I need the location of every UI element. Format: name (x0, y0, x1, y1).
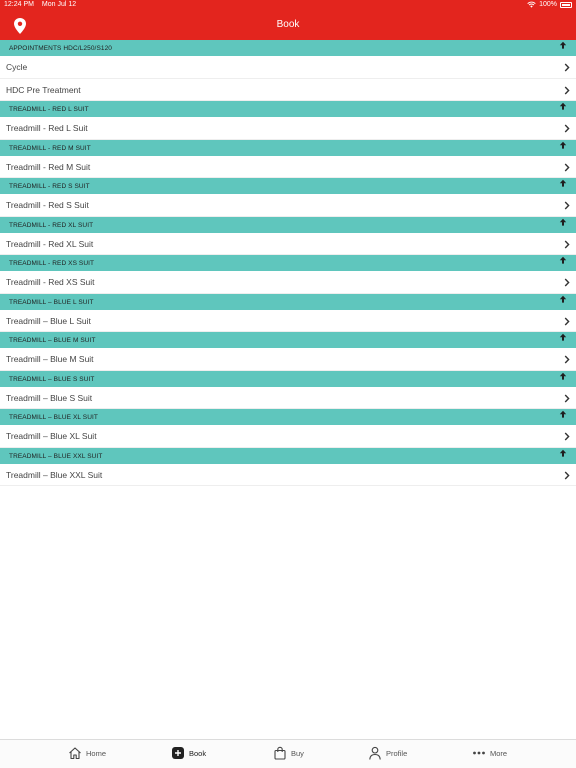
list-item-label: Treadmill - Red M Suit (6, 161, 91, 172)
section-header-label: TREADMILL - RED XS SUIT (9, 260, 95, 267)
section-header[interactable]: TREADMILL - RED S SUIT (0, 178, 576, 194)
wifi-icon (527, 1, 536, 8)
section-header[interactable]: TREADMILL – BLUE M SUIT (0, 332, 576, 348)
list-item-label: Treadmill - Red XS Suit (6, 277, 95, 287)
list-item-label: Treadmill - Red S Suit (6, 200, 89, 210)
battery-icon (560, 1, 572, 8)
section-header-label: TREADMILL – BLUE S SUIT (9, 375, 95, 383)
chevron-right-icon (564, 124, 570, 133)
section-header[interactable]: TREADMILL – BLUE XXL SUIT (0, 447, 576, 464)
chevron-right-icon (564, 278, 570, 287)
tab-home[interactable]: Home (68, 746, 106, 760)
list-item[interactable]: Treadmill – Blue M Suit (0, 348, 576, 371)
tab-home-label: Home (86, 748, 107, 758)
list-item[interactable]: Treadmill – Blue S Suit (0, 386, 576, 409)
section-header-label: TREADMILL – BLUE L SUIT (9, 298, 94, 306)
status-left: 12:24 PM Mon Jul 12 (4, 1, 82, 8)
list-item[interactable]: Cycle (0, 56, 576, 79)
section-header[interactable]: TREADMILL - RED L SUIT (0, 101, 576, 117)
chevron-right-icon (564, 317, 570, 325)
arrow-up-icon (559, 333, 567, 341)
list-item-label: Treadmill - Red L Suit (6, 123, 88, 133)
section-header[interactable]: TREADMILL - RED M SUIT (0, 139, 576, 156)
list-item[interactable]: HDC Pre Treatment (0, 78, 576, 101)
chevron-right-icon (564, 394, 570, 402)
arrow-up-icon (559, 410, 567, 418)
chevron-right-icon (564, 355, 570, 364)
list-item[interactable]: Treadmill - Red M Suit (0, 155, 576, 178)
battery-percent: 100% (539, 1, 557, 8)
status-right: 100% (527, 1, 572, 8)
tab-bar: Home Book Buy Profile More (0, 739, 576, 768)
section-header[interactable]: TREADMILL – BLUE S SUIT (0, 370, 576, 387)
list-item[interactable]: Treadmill – Blue XXL Suit (0, 463, 576, 486)
shopping-bag-icon (274, 746, 286, 760)
arrow-up-icon (559, 449, 567, 457)
list-item[interactable]: Treadmill - Red L Suit (0, 117, 576, 140)
list-item[interactable]: Treadmill - Red XL Suit (0, 232, 576, 255)
tab-more[interactable]: More (472, 746, 507, 760)
ellipsis-icon (473, 751, 485, 755)
section-header-label: TREADMILL - RED XL SUIT (9, 221, 94, 229)
tab-book-label: Book (189, 748, 207, 758)
tab-buy-label: Buy (291, 748, 304, 758)
person-icon (369, 746, 381, 760)
section-header-label: TREADMILL - RED M SUIT (9, 144, 91, 152)
section-header-label: TREADMILL - RED L SUIT (9, 106, 89, 113)
chevron-right-icon (564, 163, 570, 171)
section-header-label: TREADMILL – BLUE XL SUIT (9, 414, 98, 421)
tab-profile-label: Profile (386, 748, 408, 758)
list-item-label: Treadmill – Blue XXL Suit (6, 469, 103, 480)
arrow-up-icon (559, 41, 567, 49)
arrow-up-icon (559, 102, 567, 110)
chevron-right-icon (564, 432, 570, 441)
status-bar: 12:24 PM Mon Jul 12 100% (0, 0, 576, 12)
list-item[interactable]: Treadmill - Red XS Suit (0, 271, 576, 294)
chevron-right-icon (564, 63, 570, 72)
arrow-up-icon (559, 218, 567, 226)
list-item-label: HDC Pre Treatment (6, 84, 81, 95)
section-header[interactable]: TREADMILL – BLUE L SUIT (0, 293, 576, 310)
chevron-right-icon (564, 201, 570, 210)
list-item-label: Treadmill – Blue L Suit (6, 315, 91, 326)
list-item-label: Treadmill – Blue XL Suit (6, 431, 97, 441)
section-header-label: APPOINTMENTS HDC/L250/S120 (9, 45, 113, 52)
list-item-label: Treadmill - Red XL Suit (6, 238, 94, 249)
arrow-up-icon (559, 179, 567, 187)
page-title: Book (276, 19, 300, 30)
arrow-up-icon (559, 141, 567, 149)
arrow-up-icon (559, 372, 567, 380)
section-header-label: TREADMILL – BLUE XXL SUIT (9, 452, 103, 460)
list-item-label: Cycle (6, 62, 28, 72)
home-icon (69, 747, 81, 760)
list-item[interactable]: Treadmill – Blue L Suit (0, 309, 576, 332)
chevron-right-icon (564, 86, 570, 94)
nav-bar: Book (0, 12, 576, 40)
section-header[interactable]: APPOINTMENTS HDC/L250/S120 (0, 40, 576, 56)
arrow-up-icon (559, 256, 567, 264)
booking-list: APPOINTMENTS HDC/L250/S120 Cycle HDC Pre T… (0, 40, 576, 486)
section-header-label: TREADMILL – BLUE M SUIT (9, 337, 96, 344)
section-header-label: TREADMILL - RED S SUIT (9, 183, 90, 190)
list-item[interactable]: Treadmill - Red S Suit (0, 194, 576, 217)
list-item[interactable]: Treadmill – Blue XL Suit (0, 425, 576, 448)
tab-profile[interactable]: Profile (368, 746, 407, 760)
status-time: 12:24 PM (4, 1, 34, 8)
tab-book[interactable]: Book (171, 746, 206, 760)
chevron-right-icon (564, 471, 570, 479)
list-item-label: Treadmill – Blue M Suit (6, 354, 94, 364)
chevron-right-icon (564, 240, 570, 248)
plus-square-icon (172, 747, 184, 759)
status-date: Mon Jul 12 (41, 1, 77, 8)
arrow-up-icon (559, 295, 567, 303)
section-header[interactable]: TREADMILL – BLUE XL SUIT (0, 409, 576, 425)
list-item-label: Treadmill – Blue S Suit (6, 392, 93, 403)
tab-buy[interactable]: Buy (273, 746, 304, 760)
section-header[interactable]: TREADMILL - RED XS SUIT (0, 255, 576, 271)
tab-more-label: More (490, 748, 508, 758)
section-header[interactable]: TREADMILL - RED XL SUIT (0, 216, 576, 233)
